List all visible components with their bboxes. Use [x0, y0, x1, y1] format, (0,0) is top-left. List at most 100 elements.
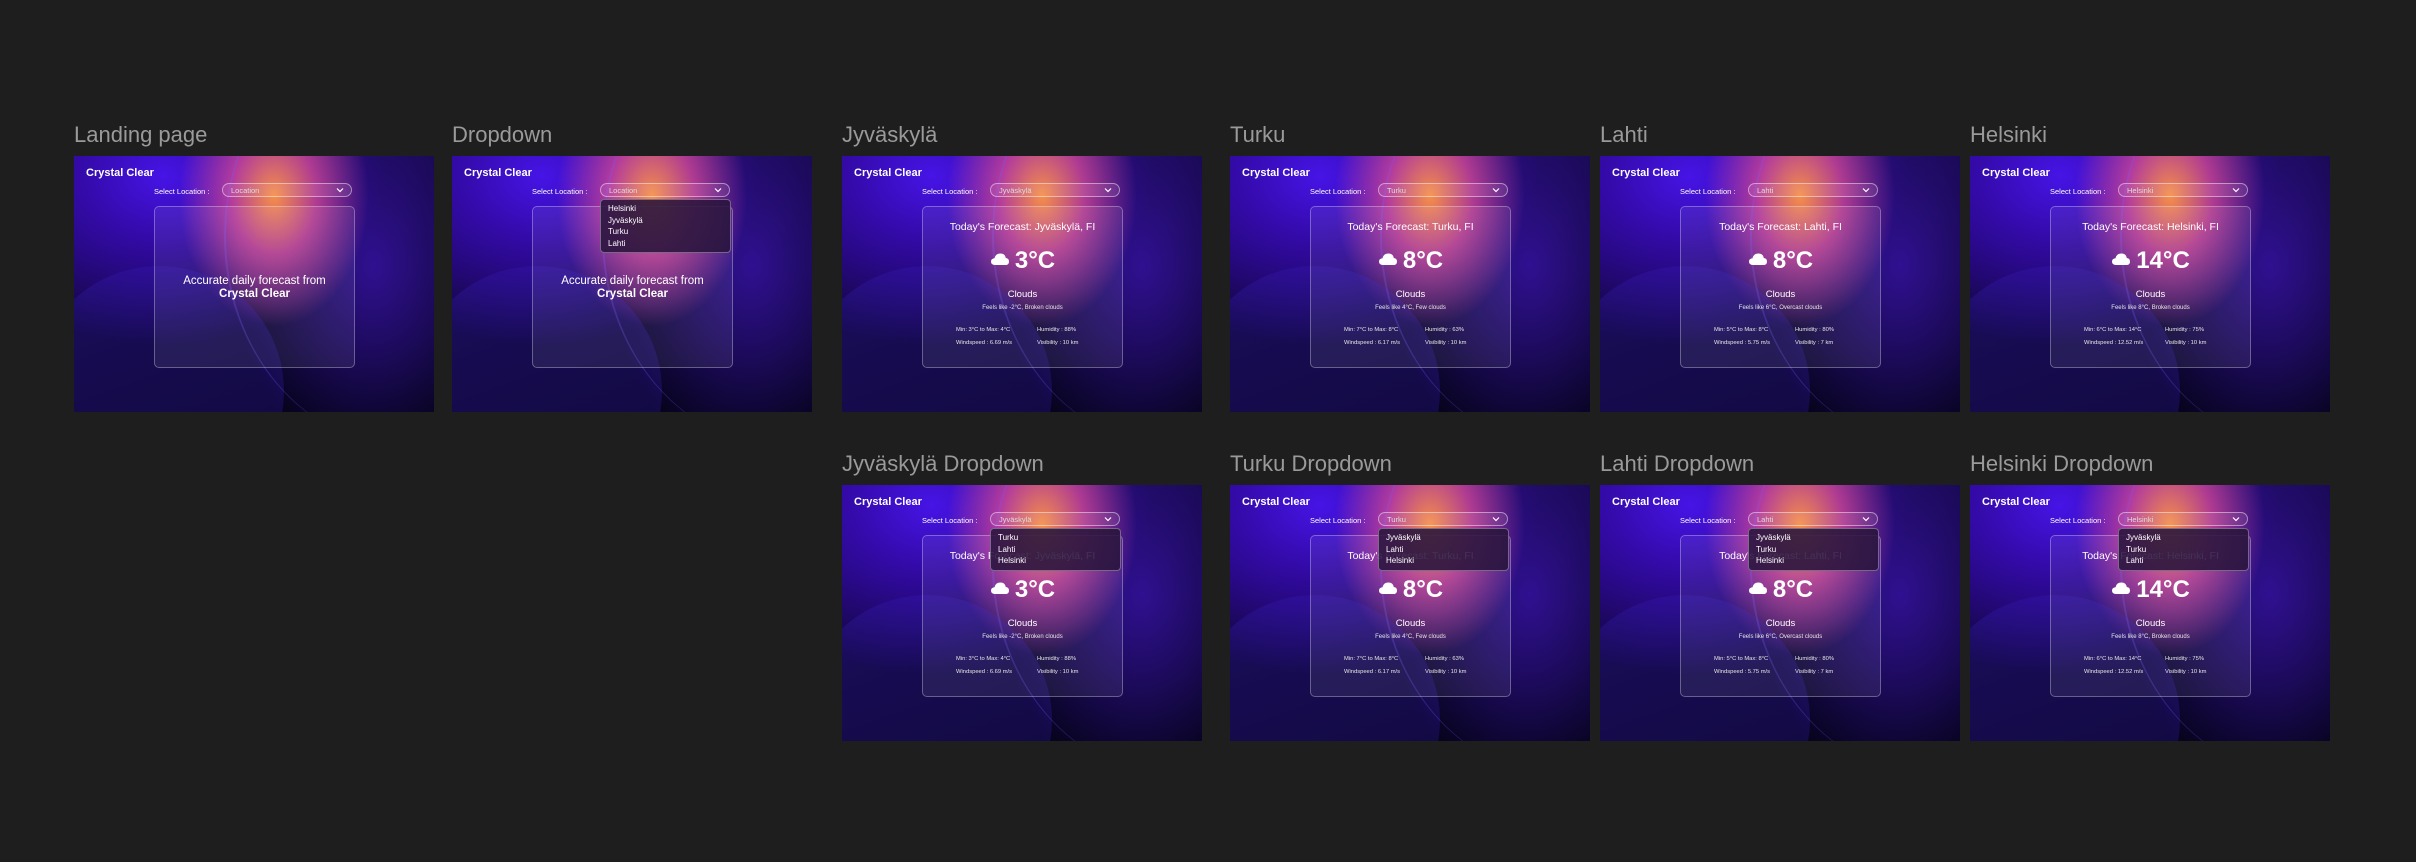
location-dropdown-menu: Helsinki Jyväskylä Turku Lahti	[600, 199, 731, 253]
visibility: Visibility : 10 km	[2165, 340, 2207, 346]
cloud-icon	[1748, 582, 1767, 594]
feels-like: Feels like 6°C, Overcast clouds	[1738, 305, 1823, 311]
dropdown-option[interactable]: Lahti	[601, 238, 730, 250]
feels-like: Feels like 6°C, Overcast clouds	[1738, 634, 1823, 640]
location-select[interactable]: Helsinki	[2118, 512, 2248, 526]
forecast-card: Today's Forecast: Turku, FI 8°C Clouds F…	[1310, 206, 1511, 368]
chevron-down-icon	[1492, 188, 1500, 193]
select-location-label: Select Location :	[1680, 516, 1736, 525]
temperature: 8°C	[1681, 576, 1880, 604]
dropdown-option[interactable]: Helsinki	[601, 203, 730, 215]
humidity: Humidity : 63%	[1425, 327, 1464, 333]
location-select[interactable]: Location	[600, 183, 730, 197]
dropdown-option[interactable]: Turku	[991, 532, 1120, 544]
cloud-icon	[1378, 253, 1397, 265]
condition: Clouds	[1395, 618, 1426, 629]
cloud-icon	[990, 582, 1009, 594]
frame-title-jyvaskyla: Jyväskylä	[842, 122, 938, 147]
condition: Clouds	[1765, 289, 1796, 300]
app-title: Crystal Clear	[854, 167, 922, 179]
location-select[interactable]: Location	[222, 183, 352, 197]
location-select[interactable]: Helsinki	[2118, 183, 2248, 197]
location-select[interactable]: Turku	[1378, 512, 1508, 526]
frame-dropdown: Crystal Clear Select Location : Location…	[452, 156, 812, 412]
windspeed: Windspeed : 5.75 m/s	[1714, 669, 1771, 675]
frame-jyvaskyla-dropdown: Crystal Clear Select Location : Jyväskyl…	[842, 485, 1202, 741]
dropdown-option[interactable]: Turku	[601, 226, 730, 238]
chevron-down-icon	[1104, 517, 1112, 522]
app-title: Crystal Clear	[86, 167, 154, 179]
temperature: 14°C	[2051, 247, 2250, 275]
feels-like: Feels like 8°C, Broken clouds	[2111, 305, 2190, 311]
dropdown-option[interactable]: Turku	[1749, 544, 1878, 556]
location-select[interactable]: Lahti	[1748, 512, 1878, 526]
cloud-icon	[2112, 253, 2131, 265]
app-title: Crystal Clear	[1982, 496, 2050, 508]
dropdown-option[interactable]: Helsinki	[1749, 555, 1878, 567]
frame-title-landing: Landing page	[74, 122, 208, 147]
select-location-label: Select Location :	[154, 187, 210, 196]
humidity: Humidity : 75%	[2165, 656, 2204, 662]
windspeed: Windspeed : 12.52 m/s	[2084, 340, 2144, 346]
location-select[interactable]: Turku	[1378, 183, 1508, 197]
dropdown-option[interactable]: Helsinki	[1379, 555, 1508, 567]
location-select-value: Turku	[1387, 515, 1406, 524]
visibility: Visibility : 10 km	[1037, 669, 1079, 675]
condition: Clouds	[2135, 618, 2166, 629]
temperature: 8°C	[1311, 576, 1510, 604]
cloud-icon	[1748, 253, 1767, 265]
humidity: Humidity : 88%	[1037, 327, 1076, 333]
select-location-label: Select Location :	[1310, 187, 1366, 196]
chevron-down-icon	[1862, 188, 1870, 193]
frame-turku-dropdown: Crystal Clear Select Location : Turku To…	[1230, 485, 1590, 741]
select-location-label: Select Location :	[922, 187, 978, 196]
location-select[interactable]: Jyväskylä	[990, 183, 1120, 197]
feels-like: Feels like 8°C, Broken clouds	[2111, 634, 2190, 640]
windspeed: Windspeed : 6.69 m/s	[956, 669, 1013, 675]
select-location-label: Select Location :	[2050, 516, 2106, 525]
chevron-down-icon	[2232, 188, 2240, 193]
location-select-value: Lahti	[1757, 515, 1774, 524]
feels-like: Feels like 4°C, Few clouds	[1375, 305, 1446, 311]
cloud-icon	[1378, 582, 1397, 594]
dropdown-option[interactable]: Jyväskylä	[1379, 532, 1508, 544]
frame-helsinki: Crystal Clear Select Location : Helsinki…	[1970, 156, 2330, 412]
condition: Clouds	[1007, 289, 1038, 300]
forecast-card: Accurate daily forecast from Crystal Clea…	[154, 206, 355, 368]
chevron-down-icon	[2232, 517, 2240, 522]
min-max: Min: 6°C to Max: 14°C	[2084, 327, 2142, 333]
location-select-value: Jyväskylä	[999, 186, 1032, 195]
forecast-title: Today's Forecast: Turku, FI	[1347, 221, 1474, 233]
min-max: Min: 5°C to Max: 8°C	[1714, 327, 1769, 333]
condition: Clouds	[2135, 289, 2166, 300]
dropdown-option[interactable]: Jyväskylä	[2119, 532, 2248, 544]
min-max: Min: 5°C to Max: 8°C	[1714, 656, 1769, 662]
location-dropdown-menu: Jyväskylä Turku Lahti	[2118, 528, 2249, 571]
landing-message: Accurate daily forecast from Crystal Clea…	[561, 275, 704, 300]
temperature: 8°C	[1681, 247, 1880, 275]
forecast-title: Today's Forecast: Helsinki, FI	[2082, 221, 2219, 233]
visibility: Visibility : 10 km	[2165, 669, 2207, 675]
app-title: Crystal Clear	[1242, 167, 1310, 179]
dropdown-option[interactable]: Helsinki	[991, 555, 1120, 567]
dropdown-option[interactable]: Jyväskylä	[601, 215, 730, 227]
location-select[interactable]: Lahti	[1748, 183, 1878, 197]
location-select[interactable]: Jyväskylä	[990, 512, 1120, 526]
dropdown-option[interactable]: Turku	[2119, 544, 2248, 556]
dropdown-option[interactable]: Lahti	[2119, 555, 2248, 567]
chevron-down-icon	[1104, 188, 1112, 193]
dropdown-option[interactable]: Lahti	[991, 544, 1120, 556]
location-select-value: Turku	[1387, 186, 1406, 195]
dropdown-option[interactable]: Lahti	[1379, 544, 1508, 556]
temperature: 3°C	[923, 247, 1122, 275]
windspeed: Windspeed : 6.17 m/s	[1344, 669, 1401, 675]
humidity: Humidity : 80%	[1795, 327, 1834, 333]
windspeed: Windspeed : 5.75 m/s	[1714, 340, 1771, 346]
landing-message: Accurate daily forecast from Crystal Clea…	[183, 275, 326, 300]
select-location-label: Select Location :	[532, 187, 588, 196]
frame-title-turku-dropdown: Turku Dropdown	[1230, 451, 1392, 476]
location-select-value: Location	[231, 186, 260, 195]
app-title: Crystal Clear	[1612, 496, 1680, 508]
dropdown-option[interactable]: Jyväskylä	[1749, 532, 1878, 544]
chevron-down-icon	[336, 188, 344, 193]
